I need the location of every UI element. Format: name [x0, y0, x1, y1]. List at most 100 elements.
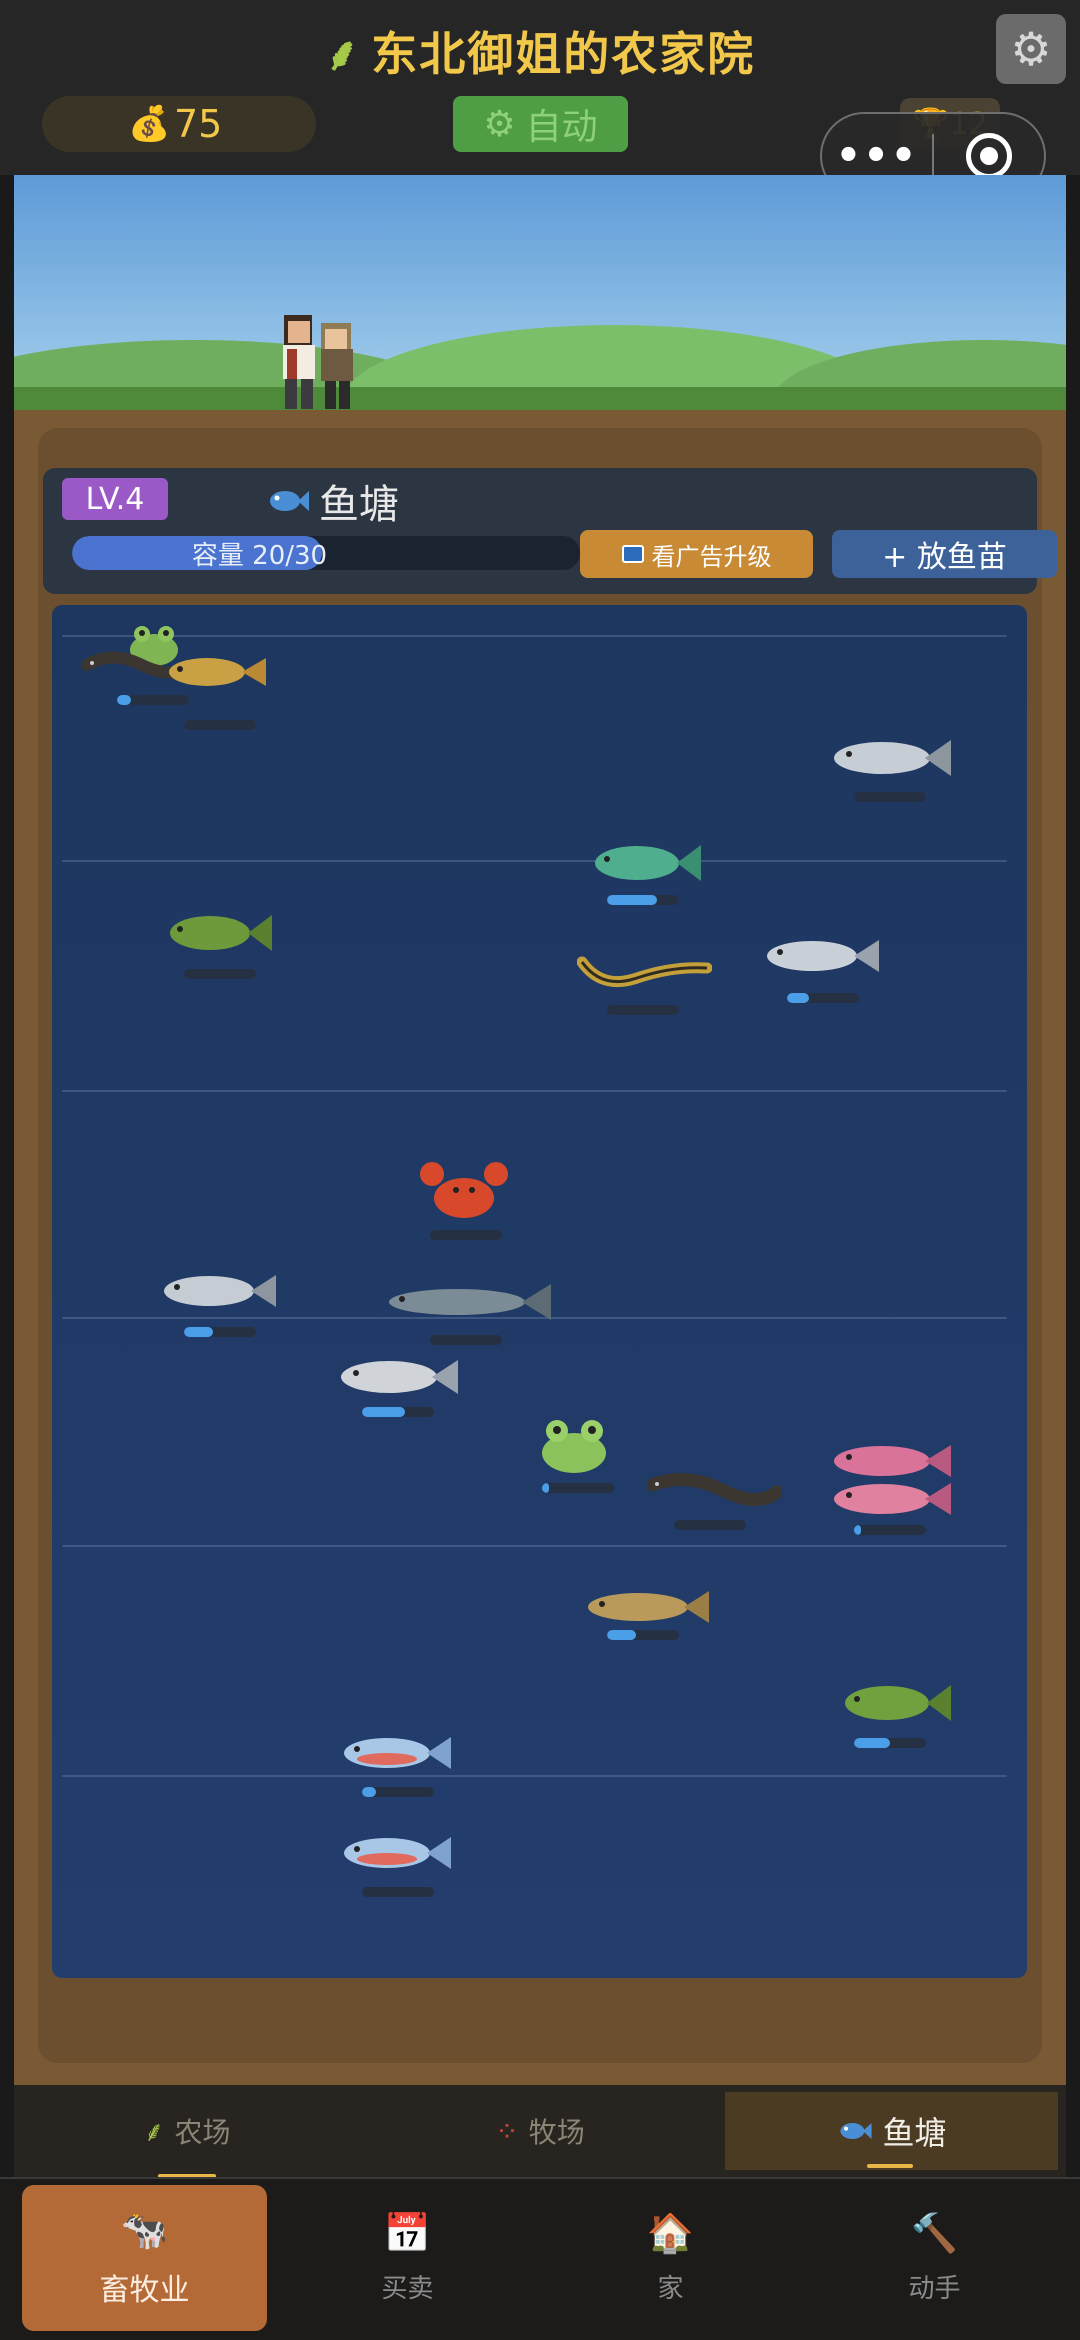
green-fish-sprite[interactable]: [587, 835, 702, 890]
target-icon: [966, 133, 1012, 179]
game-title: ⸙ 东北御姐的农家院: [0, 18, 1080, 84]
growth-bar: [362, 1887, 434, 1897]
more-menu-button[interactable]: •••: [822, 133, 932, 179]
growth-fill: [542, 1483, 550, 1493]
pink-fish-sprite[interactable]: [827, 1473, 952, 1525]
blue-fish-sprite[interactable]: [337, 1827, 452, 1879]
nav-home-label: 家: [657, 2274, 684, 2304]
gear-icon: ⚙: [483, 103, 516, 145]
ad-upgrade-label: 看广告升级: [651, 542, 772, 571]
coin-counter: 💰 75: [42, 96, 316, 152]
level-badge: LV.4: [62, 478, 168, 520]
tab-farm-label: 农场: [174, 2116, 231, 2149]
villagers-sprite: [283, 315, 353, 409]
growth-fill: [362, 1407, 406, 1417]
growth-bar: [430, 1230, 502, 1240]
growth-fill: [184, 1327, 213, 1337]
nav-home[interactable]: 🏠 家: [548, 2185, 793, 2331]
eel-sprite[interactable]: [647, 1470, 782, 1515]
nav-trade-label: 买卖: [381, 2274, 434, 2304]
gear-icon: ⚙: [1010, 22, 1052, 76]
growth-bar: [854, 1525, 926, 1535]
tab-pond-label: 鱼塘: [882, 2114, 947, 2152]
silver-fish-sprite[interactable]: [760, 930, 880, 982]
growth-bar: [184, 969, 256, 979]
tab-ranch-label: 牧场: [528, 2116, 585, 2149]
nav-trade[interactable]: 📅 买卖: [285, 2185, 530, 2331]
top-header: ⸙东北御姐的农家院 ⚙ 💰 75 ⚙ 自动 🏆 12 •••: [0, 0, 1080, 200]
grass-ground: [14, 387, 1066, 410]
money-bag-icon: 💰: [128, 104, 171, 144]
tab-underline-active: [867, 2164, 913, 2168]
silver-fish-sprite[interactable]: [827, 730, 952, 785]
silver-fish-sprite[interactable]: [334, 1350, 459, 1404]
water-ripple: [62, 1545, 1007, 1547]
frog-sprite[interactable]: [532, 1413, 617, 1478]
nav-craft[interactable]: 🔨 动手: [812, 2185, 1057, 2331]
fish-icon: [840, 2123, 873, 2139]
nav-livestock[interactable]: 🐄 畜牧业: [22, 2185, 267, 2331]
fish-icon: [270, 491, 309, 511]
growth-bar: [184, 1327, 256, 1337]
growth-fill: [607, 1630, 636, 1640]
capacity-label: 容量 20/30: [191, 540, 328, 571]
growth-bar: [607, 895, 679, 905]
sprout-icon: ⸙: [324, 27, 362, 81]
tab-farm[interactable]: ⸙ 农场: [62, 2092, 312, 2170]
cow-icon: 🐄: [120, 2207, 169, 2252]
watch-ad-upgrade-button[interactable]: 看广告升级: [580, 530, 813, 578]
growth-bar: [607, 1005, 679, 1015]
water-ripple: [62, 635, 1007, 637]
yellow-eel-sprite[interactable]: [577, 950, 712, 995]
growth-bar: [117, 695, 189, 705]
pond-water: [52, 605, 1027, 1978]
sturgeon-sprite[interactable]: [382, 1280, 552, 1325]
sprout-icon: ⸙: [143, 2115, 165, 2148]
settings-button[interactable]: ⚙: [996, 14, 1066, 84]
growth-fill: [854, 1738, 890, 1748]
auto-button[interactable]: ⚙ 自动: [453, 96, 628, 152]
pond-title-text: 鱼塘: [319, 482, 399, 528]
bass-sprite[interactable]: [837, 1675, 952, 1730]
growth-bar: [430, 1335, 502, 1345]
farm-scene: [14, 175, 1066, 410]
growth-fill: [787, 993, 809, 1003]
bass-sprite[interactable]: [162, 905, 272, 960]
hammer-icon: 🔨: [910, 2211, 959, 2255]
add-fry-button[interactable]: + 放鱼苗: [832, 530, 1057, 578]
growth-fill: [117, 695, 132, 705]
growth-bar: [854, 1738, 926, 1748]
close-miniprogram-button[interactable]: [934, 133, 1044, 179]
water-ripple: [62, 1775, 1007, 1777]
blue-fish-sprite[interactable]: [337, 1727, 452, 1779]
growth-bar: [787, 993, 859, 1003]
growth-bar: [362, 1407, 434, 1417]
carp-sprite[interactable]: [580, 1583, 710, 1631]
crab-sprite[interactable]: [414, 1160, 514, 1225]
carp-sprite[interactable]: [162, 650, 267, 695]
growth-fill: [362, 1787, 377, 1797]
nav-livestock-label: 畜牧业: [99, 2272, 190, 2308]
growth-bar: [607, 1630, 679, 1640]
growth-bar: [362, 1787, 434, 1797]
silver-fish-sprite[interactable]: [157, 1265, 277, 1317]
house-icon: 🏠: [646, 2211, 695, 2255]
water-ripple: [62, 1090, 1007, 1092]
growth-bar: [854, 792, 926, 802]
tab-pond[interactable]: 鱼塘: [725, 2092, 1058, 2170]
growth-fill: [607, 895, 658, 905]
water-ripple: [62, 860, 1007, 862]
growth-bar: [674, 1520, 746, 1530]
growth-fill: [854, 1525, 862, 1535]
calendar-shop-icon: 📅: [383, 2211, 432, 2255]
growth-bar: [184, 720, 256, 730]
tv-icon: [621, 545, 644, 563]
auto-label: 自动: [525, 107, 598, 148]
pond-title: 鱼塘: [265, 472, 399, 530]
tab-ranch[interactable]: ⁘ 牧场: [415, 2092, 665, 2170]
title-text: 东北御姐的农家院: [371, 27, 756, 81]
nav-craft-label: 动手: [908, 2274, 961, 2304]
paw-icon: ⁘: [495, 2114, 519, 2148]
growth-bar: [542, 1483, 614, 1493]
coin-value: 75: [174, 102, 223, 146]
